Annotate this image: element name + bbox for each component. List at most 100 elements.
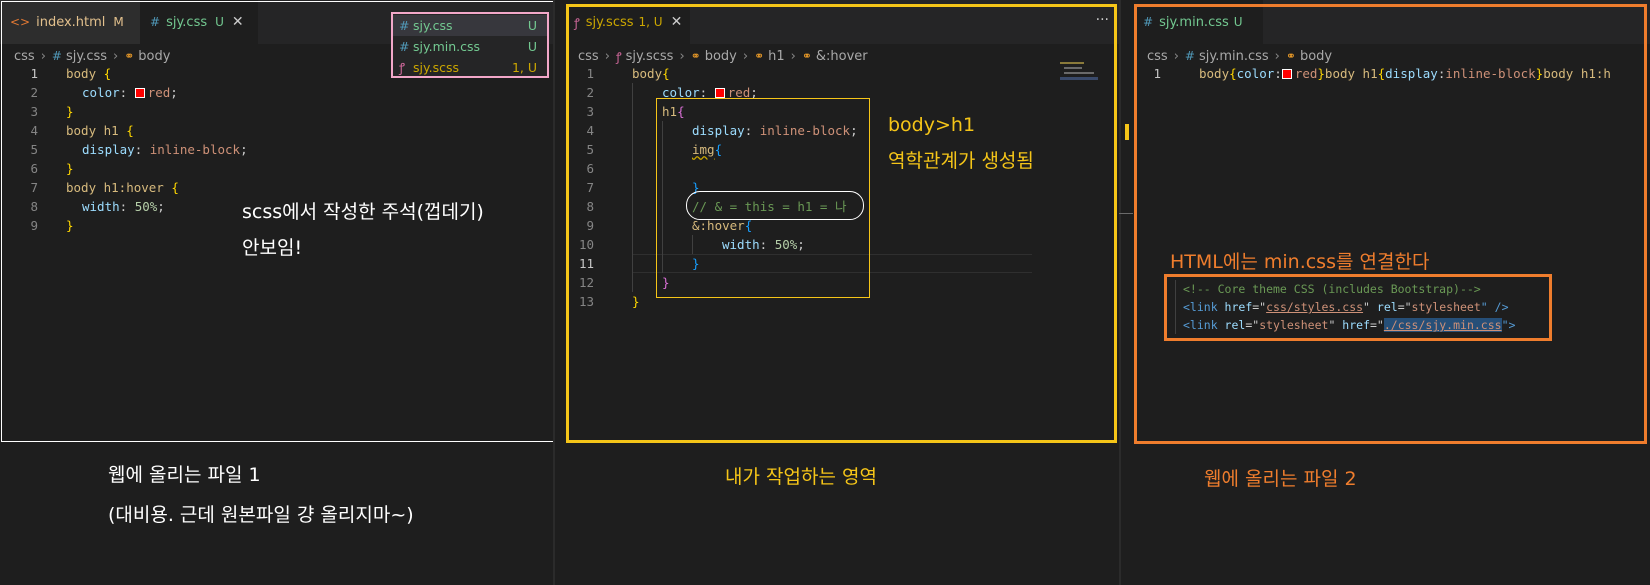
line-number: 7 [30, 180, 38, 195]
breadcrumb-symbol[interactable]: h1 [768, 49, 785, 64]
caption-line: 내가 작업하는 영역 [725, 466, 877, 488]
color-swatch[interactable] [1281, 69, 1292, 79]
code-line: width: 50%; [82, 199, 165, 214]
chevron-right-icon: › [679, 48, 685, 64]
breadcrumb-symbol[interactable]: body [705, 49, 737, 64]
chevron-right-icon: › [1274, 48, 1280, 64]
breadcrumb-file[interactable]: sjy.scss [626, 49, 674, 64]
file-list-item-sjy-css[interactable]: # sjy.css U [393, 15, 547, 36]
pane-divider [553, 0, 555, 585]
git-status-badge: U [215, 15, 224, 29]
annotation-line: 안보임! [242, 237, 303, 259]
close-icon[interactable]: ✕ [671, 14, 683, 30]
tab-label: index.html [36, 14, 106, 30]
caption-middle: 내가 작업하는 영역 [725, 462, 877, 489]
line-number: 2 [30, 85, 38, 100]
css-icon: # [150, 15, 161, 29]
annotation-link-min-css: HTML에는 min.css를 연결한다 [1170, 247, 1429, 274]
line-number: 1 [586, 66, 594, 81]
symbol-icon: ⚭ [754, 49, 765, 63]
breadcrumb-file[interactable]: sjy.css [66, 49, 107, 64]
snippet-line: <link href="css/styles.css" rel="stylesh… [1183, 300, 1509, 314]
breadcrumb-symbol[interactable]: body [1300, 49, 1332, 64]
code-line: display: inline-block; [692, 123, 858, 138]
symbol-icon: ⚭ [124, 49, 135, 63]
line-number: 5 [586, 142, 594, 157]
symbol-icon: ⚭ [690, 49, 701, 63]
annotation-subtitle: 역학관계가 생성됨 [888, 150, 1034, 172]
chevron-right-icon: › [742, 48, 749, 64]
tab-label: sjy.min.css [1159, 14, 1229, 30]
chevron-right-icon: › [40, 48, 46, 64]
code-line: } [692, 256, 700, 271]
git-status-badge: 1, U [638, 15, 663, 29]
line-number: 6 [586, 161, 594, 176]
git-status-badge: U [527, 39, 537, 54]
caption-right: 웹에 올리는 파일 2 [1204, 464, 1357, 491]
code-line: body{color: red}body h1{display:inline-bl… [1199, 66, 1611, 81]
file-list-item-sjy-min-css[interactable]: # sjy.min.css U [393, 36, 547, 57]
annotation-comment-hidden: scss에서 작성한 주석(껍데기) 안보임! [242, 194, 484, 266]
line-number: 1 [1153, 66, 1161, 81]
tab-sjy-scss[interactable]: ꝭ sjy.scss 1, U ✕ [564, 0, 690, 44]
color-swatch[interactable] [134, 88, 145, 98]
more-actions-icon[interactable]: ··· [1096, 12, 1109, 28]
file-list-item-sjy-scss[interactable]: ꝭ sjy.scss 1, U [393, 57, 547, 78]
file-list-label: sjy.css [413, 18, 453, 33]
tab-sjy-css[interactable]: # sjy.css U ✕ [140, 0, 258, 44]
chevron-right-icon: › [790, 48, 796, 64]
line-number: 1 [30, 66, 38, 81]
code-editor[interactable]: 1 2 3 4 5 6 7 8 9 10 11 12 13 body{ colo… [564, 64, 1119, 364]
tab-label: sjy.css [166, 14, 208, 30]
scroll-marker [1125, 124, 1129, 140]
selected-text[interactable]: ./css/sjy.min.css [1383, 318, 1502, 332]
left-editor-pane: <> index.html M # sjy.css U ✕ css › # sj… [0, 0, 553, 585]
breadcrumb-symbol[interactable]: body [138, 49, 170, 64]
line-number: 7 [586, 180, 594, 195]
line-number: 4 [30, 123, 38, 138]
annotation-title: HTML에는 min.css를 연결한다 [1170, 251, 1430, 273]
line-number: 10 [578, 237, 594, 252]
annotation-title: body>h1 [888, 114, 976, 136]
code-line: width: 50%; [722, 237, 805, 252]
snippet-line: <!-- Core theme CSS (includes Bootstrap)… [1183, 282, 1481, 296]
breadcrumb-folder[interactable]: css [1147, 49, 1168, 64]
code-editor[interactable]: 1 body{color: red}body h1{display:inline-… [1133, 64, 1650, 104]
code-line: body { [66, 66, 112, 81]
code-line: } [662, 275, 670, 290]
breadcrumb-file[interactable]: sjy.min.css [1199, 49, 1269, 64]
code-line: img{ [692, 142, 723, 157]
line-number: 6 [30, 161, 38, 176]
breadcrumb-symbol[interactable]: &:hover [816, 49, 868, 64]
line-number: 8 [30, 199, 38, 214]
indent-guide [662, 121, 663, 273]
indent-guide [1175, 280, 1176, 334]
tab-index-html[interactable]: <> index.html M [0, 0, 140, 44]
caption-left: 웹에 올리는 파일 1 (대비용. 근데 원본파일 걍 올리지마~) [108, 455, 414, 535]
annotation-body-h1: body>h1 역학관계가 생성됨 [888, 107, 1034, 179]
caption-line: (대비용. 근데 원본파일 걍 올리지마~) [108, 504, 414, 526]
chevron-right-icon: › [1173, 48, 1179, 64]
code-line: color: red; [82, 85, 178, 100]
snippet-line: <link rel="stylesheet" href="./css/sjy.m… [1183, 318, 1516, 332]
file-switcher-list: # sjy.css U # sjy.min.css U ꝭ sjy.scss 1… [391, 12, 549, 78]
tab-label: sjy.scss [585, 14, 634, 30]
line-number: 13 [578, 294, 594, 309]
git-status-badge: M [113, 15, 124, 29]
breadcrumb-folder[interactable]: css [14, 49, 35, 64]
color-swatch[interactable] [714, 88, 725, 98]
code-line: } [66, 218, 74, 233]
line-number: 3 [586, 104, 594, 119]
css-icon: # [1184, 49, 1195, 63]
right-tab-bar: # sjy.min.css U [1133, 0, 1650, 44]
pane-divider [1119, 0, 1121, 585]
right-editor-pane: # sjy.min.css U css › # sjy.min.css › ⚭ … [1133, 0, 1650, 585]
code-line: } [66, 104, 74, 119]
breadcrumb-folder[interactable]: css [578, 49, 599, 64]
css-icon: # [1143, 15, 1154, 29]
sass-icon: ꝭ [615, 49, 622, 64]
tab-sjy-min-css[interactable]: # sjy.min.css U [1133, 0, 1263, 44]
caption-line: 웹에 올리는 파일 2 [1204, 468, 1357, 490]
line-number: 8 [586, 199, 594, 214]
close-icon[interactable]: ✕ [232, 14, 244, 30]
